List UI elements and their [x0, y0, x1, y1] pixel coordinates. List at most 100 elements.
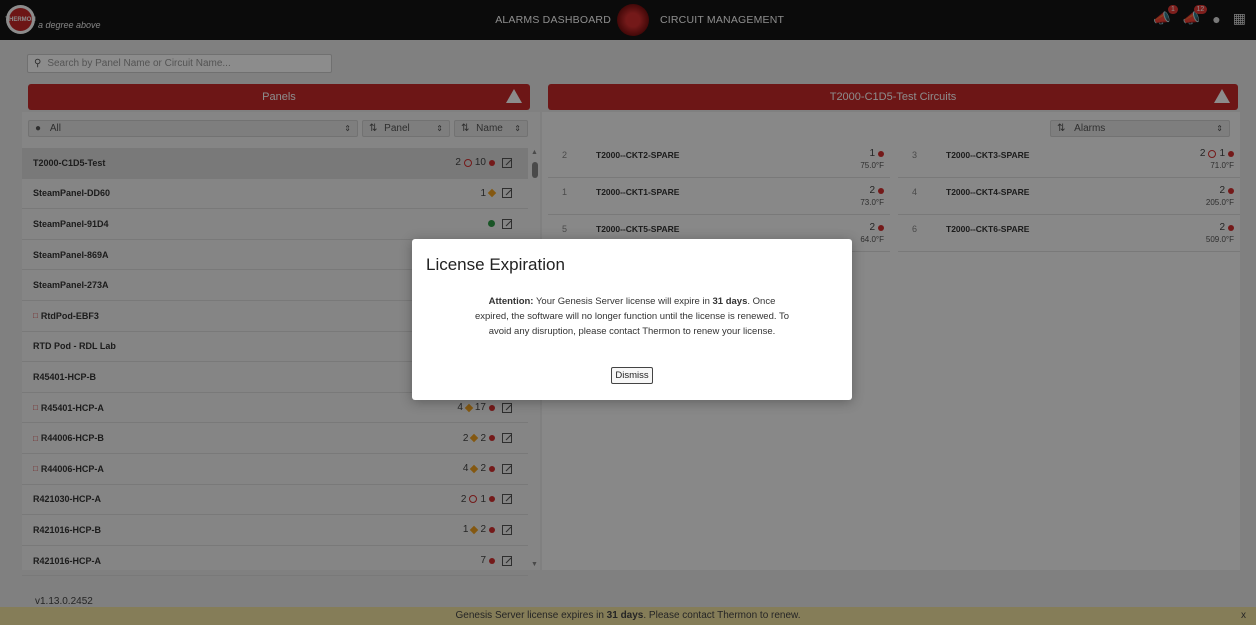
notification-badge: 12 — [1193, 5, 1208, 14]
alarm-count: 2 — [869, 185, 875, 196]
select-caret-icon: ⇕ — [514, 124, 521, 133]
banner-days: 31 days — [606, 610, 644, 621]
panels-header[interactable]: Panels — [28, 84, 530, 110]
scroll-down-icon[interactable]: ▼ — [531, 561, 538, 568]
edit-icon[interactable] — [502, 218, 512, 229]
circuit-name: T2000--CKT2-SPARE — [596, 150, 680, 160]
panels-title: Panels — [262, 91, 296, 103]
circuit-number: 1 — [562, 187, 568, 197]
banner-close-button[interactable]: x — [1241, 607, 1246, 625]
circuit-temperature: 64.0°F — [860, 235, 884, 244]
circuit-item[interactable]: 6 T2000--CKT6-SPARE 2 509.0°F — [898, 216, 1240, 252]
dismiss-button[interactable]: Dismiss — [611, 367, 653, 384]
table-row[interactable]: R421030-HCP-A 2 1 — [22, 485, 528, 516]
sort-order-select[interactable]: ⇅ Name ⇕ — [454, 120, 528, 137]
panel-name: SteamPanel-869A — [33, 249, 109, 260]
banner-text-pre: Genesis Server license expires in — [455, 610, 607, 621]
circuit-alarms: 2 — [1219, 185, 1234, 196]
table-row[interactable]: □ R44006-HCP-B 2 2 — [22, 423, 528, 454]
panel-alarms: 2 2 — [463, 433, 512, 444]
circuit-name: T2000--CKT6-SPARE — [946, 224, 1030, 234]
panel-name: R421016-HCP-B — [33, 524, 102, 535]
diamond-alert-icon — [470, 433, 479, 443]
circuits-header[interactable]: T2000-C1D5-Test Circuits — [548, 84, 1238, 110]
edit-icon[interactable] — [502, 157, 512, 168]
alarm-dot-icon — [489, 159, 495, 166]
circuit-alarms: 2 — [869, 185, 884, 196]
alarm-dot-icon — [489, 526, 495, 533]
thermon-logo[interactable]: THERMON — [5, 5, 36, 34]
edit-icon[interactable] — [502, 524, 512, 535]
nav-circuit-management[interactable]: CIRCUIT MANAGEMENT — [660, 0, 784, 40]
notification-icon[interactable]: 📣 12 — [1183, 5, 1208, 27]
panel-name: T2000-C1D5-Test — [33, 157, 106, 168]
location-filter-select[interactable]: ● All ⇕ — [28, 120, 358, 137]
panel-name-wrap: □ RtdPod-EBF3 — [33, 311, 99, 321]
alarm-bell-icon[interactable]: 📣 1 — [1153, 5, 1178, 27]
edit-icon[interactable] — [502, 463, 512, 474]
alarm-count: 2 — [480, 432, 486, 444]
license-banner: Genesis Server license expires in 31 day… — [0, 607, 1256, 625]
edit-icon[interactable] — [502, 494, 512, 505]
alarm-count: 1 — [1219, 148, 1225, 159]
circuit-name: T2000--CKT3-SPARE — [946, 150, 1030, 160]
alarm-count: 1 — [462, 524, 469, 536]
alarm-count: 1 — [480, 493, 486, 505]
edit-icon[interactable] — [502, 402, 512, 413]
logo-text: THERMON — [5, 8, 36, 31]
sort-by-select[interactable]: ⇅ Panel ⇕ — [362, 120, 450, 137]
circuit-item[interactable]: 4 T2000--CKT4-SPARE 2 205.0°F — [898, 179, 1240, 215]
panel-name: SteamPanel-DD60 — [33, 188, 111, 199]
alarm-dot-icon — [489, 465, 495, 472]
circuit-temperature: 205.0°F — [1205, 198, 1234, 207]
table-row[interactable]: R421016-HCP-B 1 2 — [22, 515, 528, 546]
panel-name: R45401-HCP-B — [33, 371, 97, 382]
warning-ring-icon — [1208, 149, 1217, 158]
network-icon[interactable]: ▦ — [1233, 10, 1246, 27]
sort-by-value: Panel — [384, 123, 410, 134]
panel-name-wrap: □ R44006-HCP-B — [33, 433, 104, 443]
circuit-sort-value: Alarms — [1074, 123, 1106, 134]
user-icon[interactable]: ● — [1212, 11, 1220, 27]
table-row[interactable]: □ R44006-HCP-A 4 2 — [22, 454, 528, 485]
alarm-dot-icon — [1228, 150, 1234, 157]
circuit-item[interactable]: 3 T2000--CKT3-SPARE 2 1 71.0°F — [898, 142, 1240, 178]
search-box: ⚲ — [27, 54, 332, 73]
alarm-dot-icon — [1228, 187, 1234, 194]
nav-alarms-dashboard[interactable]: ALARMS DASHBOARD — [485, 0, 611, 40]
dialog-attention: Attention: — [488, 296, 534, 307]
dialog-text-1: Your Genesis Server license will expire … — [533, 296, 713, 307]
circuit-item[interactable]: 1 T2000--CKT1-SPARE 2 73.0°F — [548, 179, 890, 215]
search-input[interactable] — [47, 58, 318, 69]
circuit-item[interactable]: 2 T2000--CKT2-SPARE 1 75.0°F — [548, 142, 890, 178]
circuit-number: 5 — [562, 224, 568, 234]
table-row[interactable]: T2000-C1D5-Test 2 10 — [22, 148, 528, 179]
circuit-number: 3 — [912, 150, 918, 160]
alarm-count: 2 — [455, 157, 461, 169]
panel-filters: ● All ⇕ ⇅ Panel ⇕ ⇅ Name ⇕ — [28, 120, 532, 137]
scroll-up-icon[interactable]: ▲ — [531, 149, 538, 156]
warning-icon — [506, 89, 522, 103]
edit-icon[interactable] — [502, 188, 512, 199]
ok-status-icon — [488, 220, 495, 228]
alarm-count: 2 — [1219, 185, 1225, 196]
circuit-sort-select[interactable]: ⇅ Alarms ⇕ — [1050, 120, 1230, 137]
panel-alarms: 4 2 — [463, 463, 512, 474]
panel-name: R44006-HCP-B — [40, 433, 104, 444]
tagline: a degree above — [38, 20, 101, 30]
edit-icon[interactable] — [502, 555, 512, 566]
table-row[interactable]: SteamPanel-DD60 1 — [22, 179, 528, 210]
panel-name: R44006-HCP-A — [40, 463, 104, 474]
table-row[interactable]: SteamPanel-91D4 — [22, 209, 528, 240]
sort-icon: ⇅ — [461, 123, 470, 134]
edit-icon[interactable] — [502, 433, 512, 444]
alarm-count: 2 — [460, 493, 467, 505]
circuit-alarms: 1 — [869, 148, 884, 159]
brand-mark-icon — [617, 4, 649, 36]
circuit-name: T2000--CKT4-SPARE — [946, 187, 1030, 197]
table-row[interactable]: R421016-HCP-A 7 — [22, 546, 528, 577]
circuit-alarms: 2 — [869, 222, 884, 233]
circuit-temperature: 509.0°F — [1205, 235, 1234, 244]
scroll-thumb[interactable] — [532, 162, 538, 178]
alarm-count: 4 — [462, 463, 469, 475]
